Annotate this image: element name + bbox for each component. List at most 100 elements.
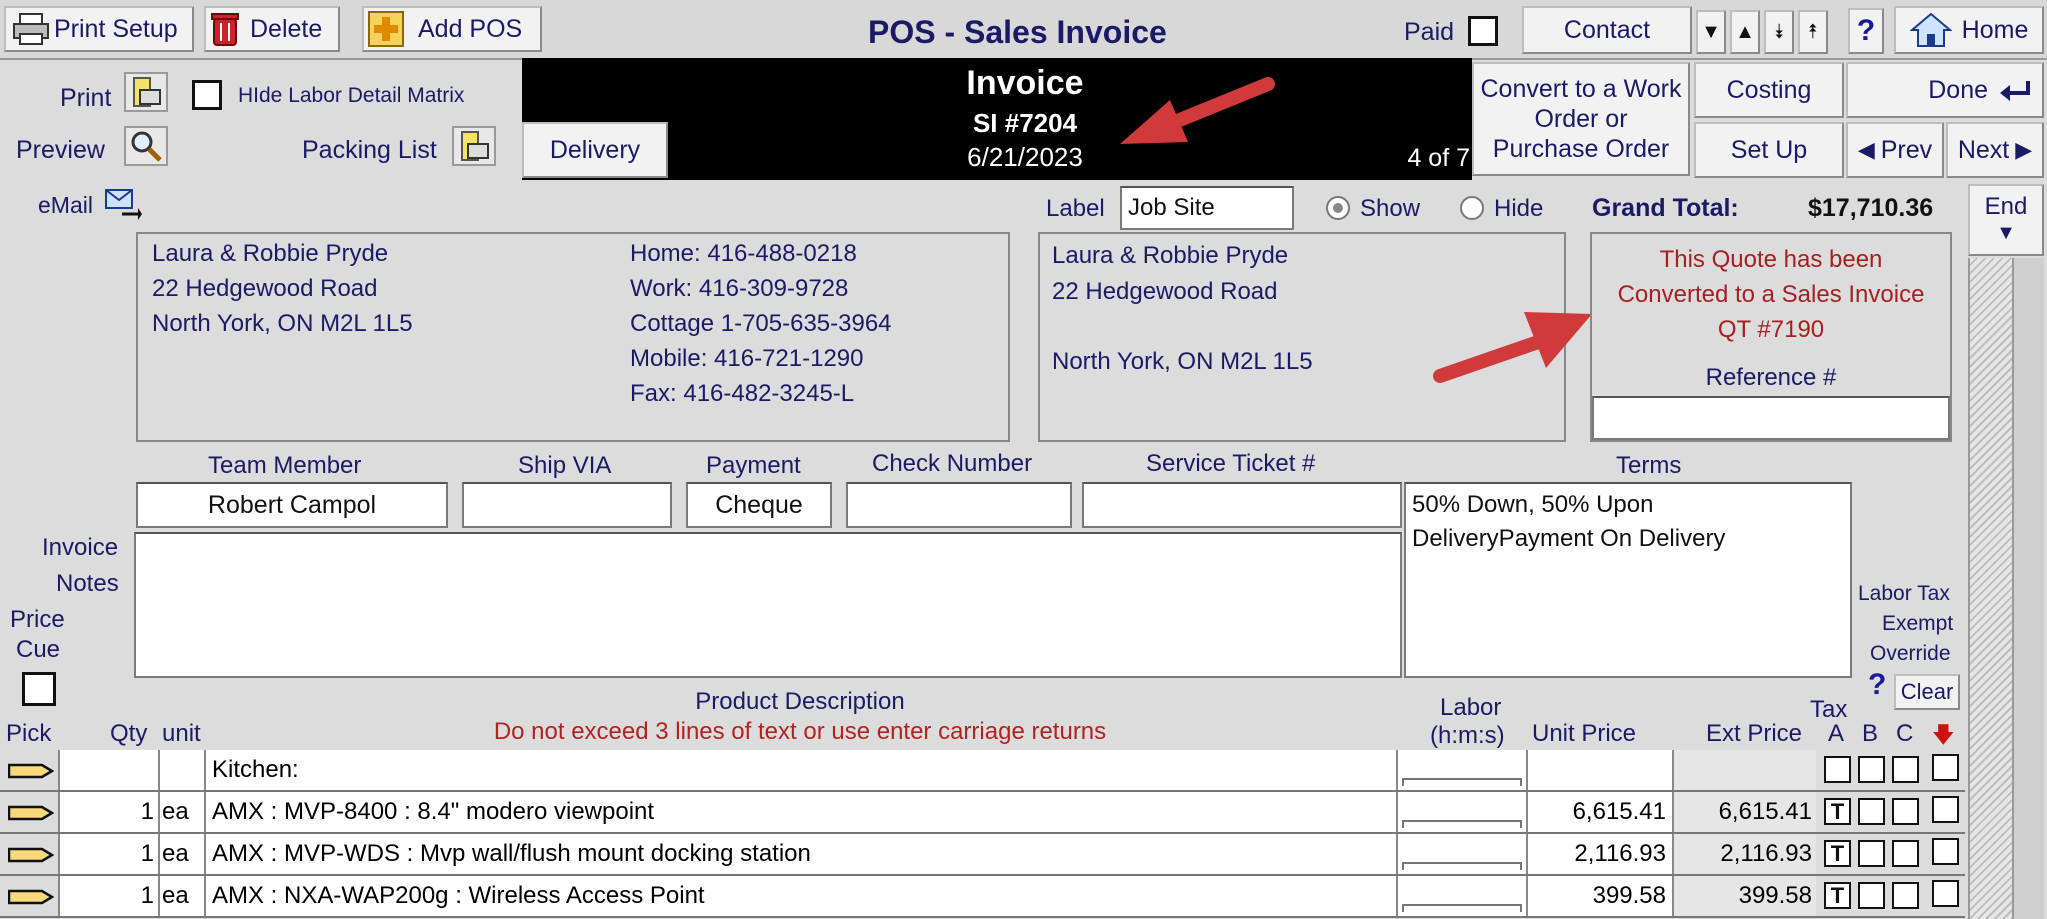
delete-button[interactable]: Delete (204, 6, 340, 52)
paid-checkbox[interactable] (1468, 16, 1498, 46)
print-button[interactable] (124, 72, 168, 112)
unit-cell[interactable]: ea (158, 792, 204, 832)
labor-cell[interactable] (1396, 792, 1526, 832)
unit-price-cell[interactable] (1526, 750, 1672, 790)
pick-arrow-icon[interactable] (8, 762, 54, 780)
tax-b-checkbox[interactable] (1858, 756, 1885, 783)
setup-button[interactable]: Set Up (1694, 122, 1844, 178)
contact-button[interactable]: Contact (1522, 6, 1692, 54)
col-header-labor-1: Labor (1440, 694, 1502, 721)
tax-b-checkbox[interactable] (1858, 882, 1885, 909)
labor-tax-label-2: Exempt (1882, 612, 1954, 635)
unit-cell[interactable]: ea (158, 834, 204, 874)
labor-tax-help-icon[interactable]: ? (1868, 668, 1886, 702)
col-header-unit: unit (162, 720, 201, 747)
ext-price-cell: 6,615.41 (1672, 792, 1816, 832)
desc-cell[interactable]: Kitchen: (204, 750, 1396, 790)
desc-cell[interactable]: AMX : MVP-WDS : Mvp wall/flush mount doc… (204, 834, 1396, 874)
qty-cell[interactable]: 1 (58, 834, 158, 874)
terms-line2: DeliveryPayment On Delivery (1412, 525, 1726, 552)
customer-mobile-phone: Mobile: 416-721-1290 (630, 345, 864, 372)
customer-city: North York, ON M2L 1L5 (152, 310, 413, 337)
unit-price-cell[interactable]: 399.58 (1526, 876, 1672, 916)
costing-button[interactable]: Costing (1694, 62, 1844, 118)
annotation-arrow-icon (1120, 77, 1275, 144)
done-button[interactable]: Done (1846, 62, 2044, 118)
desc-cell[interactable]: AMX : MVP-8400 : 8.4" modero viewpoint (204, 792, 1396, 832)
add-plus-icon (368, 11, 404, 47)
col-header-tax-b: B (1862, 720, 1879, 747)
hide-radio[interactable] (1460, 196, 1484, 220)
labor-cell[interactable] (1396, 750, 1526, 790)
preview-button[interactable] (124, 126, 168, 166)
pick-arrow-icon[interactable] (8, 888, 54, 906)
ship-to-city: North York, ON M2L 1L5 (1052, 348, 1313, 375)
labor-tax-label-3: Override (1870, 642, 1951, 665)
labor-exempt-checkbox[interactable] (1932, 838, 1959, 865)
delivery-button[interactable]: Delivery (522, 122, 668, 178)
print-label: Print (60, 84, 112, 112)
qty-cell[interactable] (58, 750, 158, 790)
check-number-input[interactable] (846, 482, 1072, 528)
tax-c-checkbox[interactable] (1892, 798, 1919, 825)
reference-input[interactable] (1592, 396, 1950, 440)
labor-exempt-checkbox[interactable] (1932, 796, 1959, 823)
sort-bottom-button[interactable]: ⯯ (1764, 10, 1794, 54)
email-send-icon[interactable] (104, 186, 142, 222)
packing-list-button[interactable] (452, 126, 496, 166)
tax-c-checkbox[interactable] (1892, 882, 1919, 909)
next-button[interactable]: Next ▶ (1946, 122, 2044, 178)
team-member-input[interactable]: Robert Campol (136, 482, 448, 528)
prev-button[interactable]: ◀ Prev (1846, 122, 1944, 178)
email-label: eMail (38, 192, 93, 218)
tax-c-checkbox[interactable] (1892, 756, 1919, 783)
unit-cell[interactable]: ea (158, 876, 204, 916)
vertical-scrollbar[interactable] (1968, 258, 2012, 919)
convert-button[interactable]: Convert to a Work Order or Purchase Orde… (1472, 62, 1690, 176)
table-row: Kitchen: (0, 750, 1965, 792)
qty-cell[interactable]: 1 (58, 792, 158, 832)
pick-arrow-icon[interactable] (8, 804, 54, 822)
end-arrow-icon: ▼ (1996, 222, 2016, 244)
labor-cell[interactable] (1396, 876, 1526, 916)
label-field-input[interactable]: Job Site (1120, 186, 1294, 230)
tax-a-checkbox[interactable]: T (1824, 840, 1851, 867)
tax-a-checkbox[interactable] (1824, 756, 1851, 783)
desc-cell[interactable]: AMX : NXA-WAP200g : Wireless Access Poin… (204, 876, 1396, 916)
hide-labor-checkbox[interactable] (192, 80, 222, 110)
price-cue-checkbox[interactable] (22, 672, 56, 706)
sort-top-button[interactable]: ⯭ (1798, 10, 1828, 54)
unit-price-cell[interactable]: 2,116.93 (1526, 834, 1672, 874)
help-button[interactable]: ? (1848, 8, 1884, 54)
show-label: Show (1360, 195, 1421, 222)
tax-c-checkbox[interactable] (1892, 840, 1919, 867)
tax-a-checkbox[interactable]: T (1824, 882, 1851, 909)
service-ticket-input[interactable] (1082, 482, 1402, 528)
clear-button[interactable]: Clear (1894, 674, 1960, 710)
terms-input[interactable]: 50% Down, 50% Upon DeliveryPayment On De… (1404, 482, 1852, 678)
invoice-notes-input[interactable] (134, 532, 1402, 678)
sort-asc-button[interactable]: ▲ (1730, 10, 1760, 54)
labor-cell[interactable] (1396, 834, 1526, 874)
labor-exempt-checkbox[interactable] (1932, 754, 1959, 781)
ship-via-input[interactable] (462, 482, 672, 528)
labor-exempt-checkbox[interactable] (1932, 880, 1959, 907)
qty-cell[interactable]: 1 (58, 876, 158, 916)
tax-a-checkbox[interactable]: T (1824, 798, 1851, 825)
show-radio[interactable] (1326, 196, 1350, 220)
home-button[interactable]: Home (1894, 6, 2044, 54)
unit-price-cell[interactable]: 6,615.41 (1526, 792, 1672, 832)
payment-input[interactable]: Cheque (686, 482, 832, 528)
sort-desc-button[interactable]: ▼ (1696, 10, 1726, 54)
record-counter: 4 of 7 (1407, 144, 1470, 172)
pick-arrow-icon[interactable] (8, 846, 54, 864)
end-button[interactable]: End ▼ (1968, 184, 2044, 256)
print-setup-button[interactable]: Print Setup (4, 6, 194, 52)
tax-b-checkbox[interactable] (1858, 840, 1885, 867)
col-header-tax-c: C (1896, 720, 1914, 747)
add-pos-button[interactable]: Add POS (362, 6, 542, 52)
col-header-tax-a: A (1828, 720, 1845, 747)
packing-doc-icon (461, 131, 489, 161)
tax-b-checkbox[interactable] (1858, 798, 1885, 825)
unit-cell[interactable] (158, 750, 204, 790)
